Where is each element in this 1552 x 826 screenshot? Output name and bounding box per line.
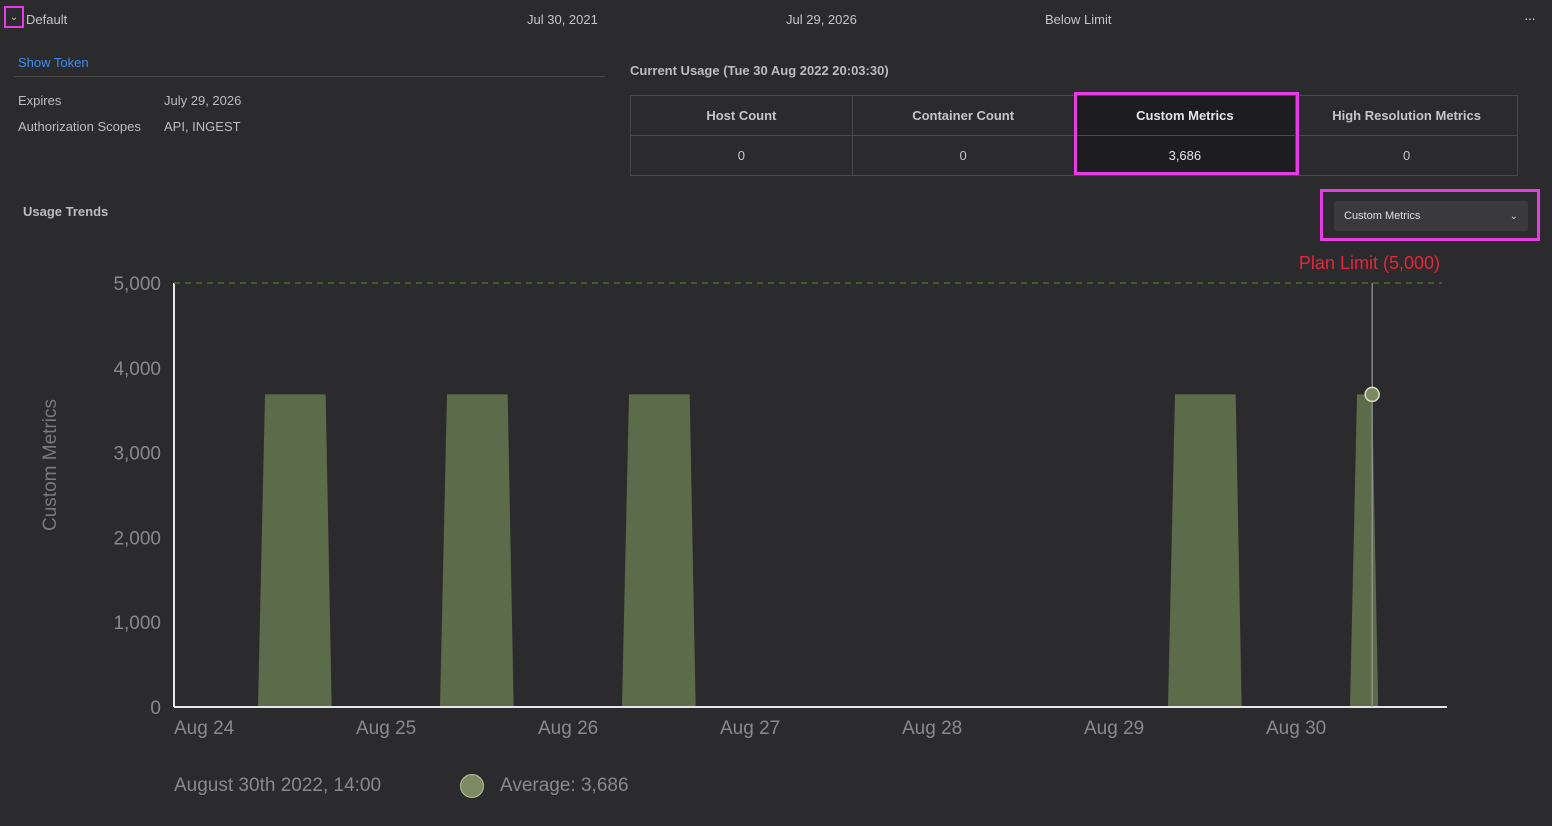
series-marker-icon [460, 774, 484, 798]
hover-point [1364, 386, 1380, 403]
usage-table-header: Host Count Container Count Custom Metric… [630, 95, 1518, 136]
more-options-icon[interactable]: ··· [1524, 10, 1536, 26]
usage-area-4 [1350, 394, 1379, 707]
detail-key-scopes: Authorization Scopes [18, 119, 141, 134]
usage-area-0 [258, 394, 332, 707]
current-usage-title: Current Usage (Tue 30 Aug 2022 20:03:30) [630, 63, 889, 78]
column-host-count[interactable]: Host Count [630, 95, 853, 136]
usage-table: Host Count Container Count Custom Metric… [630, 95, 1518, 176]
y-tick-label-5: 5,000 [113, 274, 161, 295]
x-tick-label-4: Aug 28 [902, 718, 962, 739]
detail-value-expires: July 29, 2026 [164, 93, 242, 108]
y-tick-label-1: 1,000 [113, 613, 161, 634]
hover-timestamp: August 30th 2022, 14:00 [174, 775, 382, 796]
detail-key-expires: Expires [18, 93, 62, 108]
expand-toggle[interactable]: ⌄ [4, 6, 24, 28]
token-name: Default [26, 12, 68, 27]
usage-trends-title: Usage Trends [23, 204, 109, 219]
usage-table-row: 0 0 3,686 0 [630, 135, 1518, 176]
divider [14, 76, 605, 77]
detail-value-scopes: API, INGEST [164, 119, 241, 134]
value-high-resolution-metrics: 0 [1295, 135, 1518, 176]
value-host-count: 0 [630, 135, 853, 176]
chevron-down-icon: ⌄ [9, 11, 19, 23]
token-created-date: Jul 30, 2021 [527, 12, 598, 27]
value-container-count: 0 [851, 135, 1075, 176]
x-tick-label-1: Aug 25 [356, 718, 416, 739]
column-custom-metrics[interactable]: Custom Metrics [1073, 95, 1297, 136]
usage-area-1 [440, 394, 514, 707]
x-tick-label-2: Aug 26 [538, 718, 598, 739]
x-tick-label-6: Aug 30 [1266, 718, 1326, 739]
y-tick-label-3: 3,000 [113, 444, 161, 465]
show-token-link[interactable]: Show Token [18, 55, 89, 70]
value-custom-metrics: 3,686 [1073, 135, 1297, 176]
column-container-count[interactable]: Container Count [851, 95, 1075, 136]
usage-area-3 [1168, 394, 1242, 707]
metric-selector[interactable]: Custom Metrics ⌄ [1334, 201, 1528, 231]
x-tick-label-5: Aug 29 [1084, 718, 1144, 739]
plan-limit-label: Plan Limit (5,000) [1299, 253, 1440, 273]
hover-average: Average: 3,686 [500, 775, 629, 796]
chevron-down-icon: ⌄ [1509, 210, 1518, 222]
x-tick-label-3: Aug 27 [720, 718, 780, 739]
y-axis-label: Custom Metrics [40, 399, 61, 531]
y-tick-label-0: 0 [150, 698, 161, 719]
usage-trend-chart: Plan Limit (5,000) 0 1,000 2,000 3,000 4,000 5… [40, 253, 1447, 739]
metric-selector-value: Custom Metrics [1344, 210, 1421, 222]
y-tick-label-2: 2,000 [113, 528, 161, 549]
usage-area-2 [622, 394, 696, 707]
x-tick-label-0: Aug 24 [174, 718, 235, 739]
token-expiry-date: Jul 29, 2026 [786, 12, 857, 27]
token-status: Below Limit [1045, 12, 1112, 27]
y-tick-label-4: 4,000 [113, 359, 161, 380]
column-high-resolution-metrics[interactable]: High Resolution Metrics [1295, 95, 1518, 136]
